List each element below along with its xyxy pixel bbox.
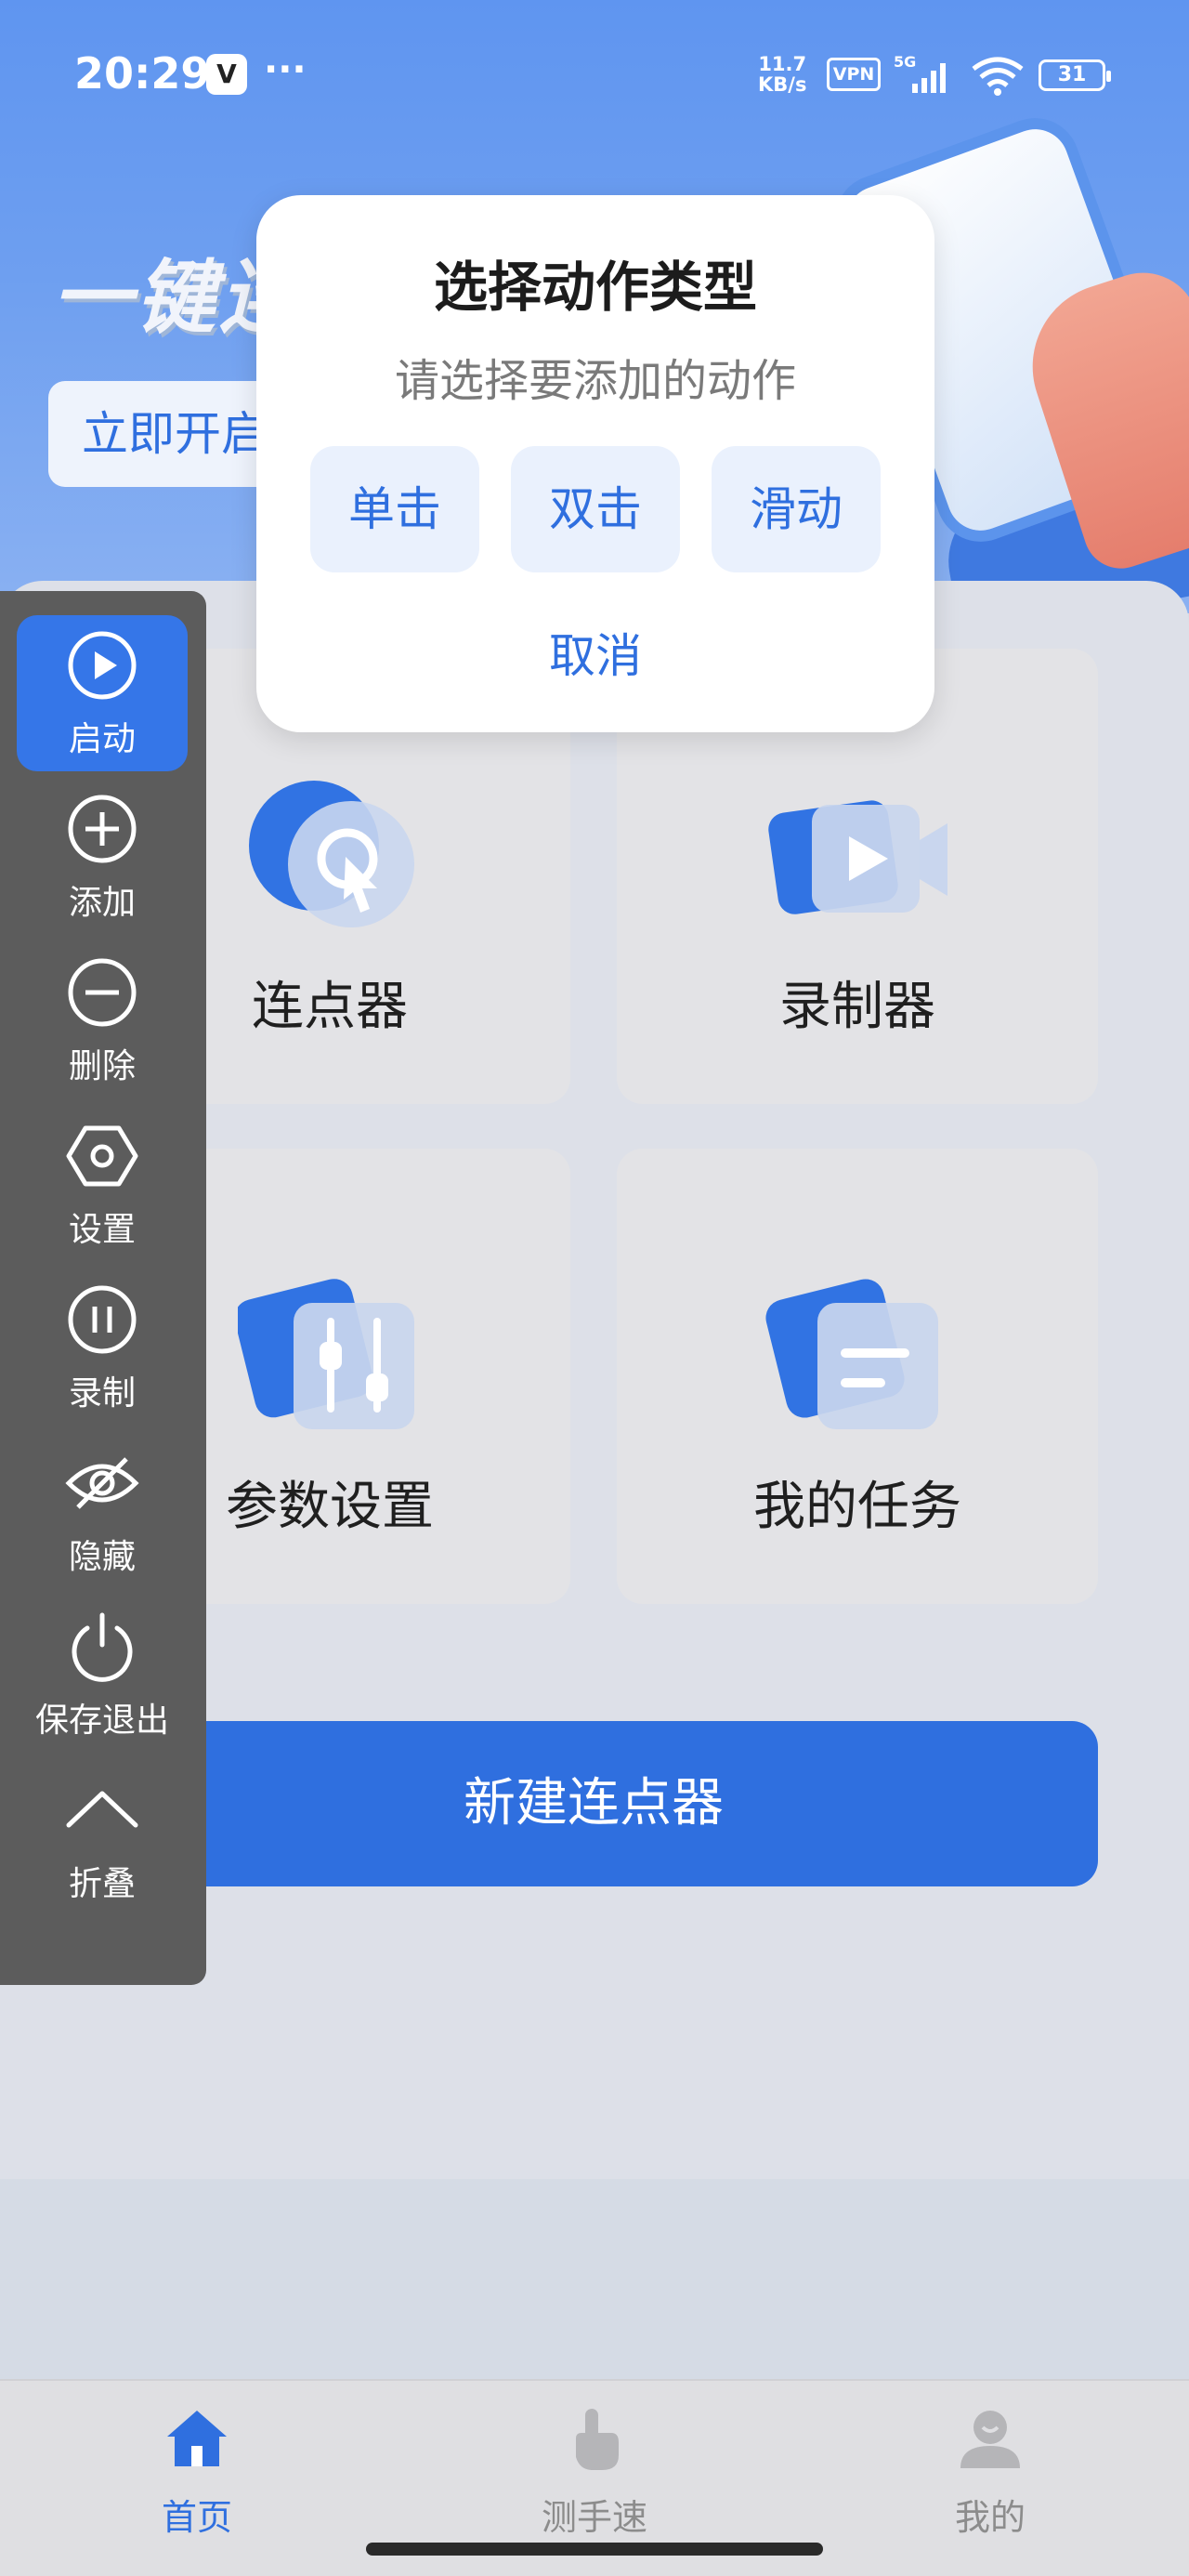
tile-my-tasks[interactable]: 我的任务 [617,1149,1098,1604]
toolbar-hide-button[interactable]: 隐藏 [17,1433,188,1589]
toolbar-settings-button[interactable]: 设置 [17,1106,188,1262]
toolbar-add-button[interactable]: 添加 [17,779,188,935]
vpn-badge: VPN [827,58,881,91]
tile-label: 我的任务 [753,1477,961,1537]
toolbar-delete-button[interactable]: 删除 [17,942,188,1098]
option-swipe-button[interactable]: 滑动 [712,446,881,572]
network-speed-value: 11.7 [758,53,807,75]
nav-hand-speed-test[interactable]: 测手速 [502,2405,687,2544]
tap-hand-icon [576,2409,619,2470]
plus-circle-icon [68,795,137,863]
network-speed-unit: KB/s [758,73,807,96]
network-speed: 11.7 KB/s [758,54,806,95]
toolbar-save-exit-button[interactable]: 保存退出 [17,1597,188,1753]
dialog-subtitle: 请选择要添加的动作 [394,355,796,407]
user-icon [960,2411,1020,2468]
play-icon [68,631,137,700]
toolbar-label: 启动 [68,720,136,758]
minus-circle-icon [68,958,137,1027]
toolbar-label: 删除 [68,1047,136,1085]
tile-label: 录制器 [779,977,935,1037]
nav-label: 我的 [954,2497,1026,2538]
network-type-label: 5G [894,53,916,71]
home-icon [167,2411,227,2466]
toolbar-collapse-button[interactable]: 折叠 [17,1760,188,1916]
cellular-signal-icon: 5G [894,53,946,93]
status-bar: 20:29 V ··· 11.7 KB/s VPN 5G 31 [0,0,1189,123]
battery-indicator: 31 [1039,59,1111,91]
wifi-icon [972,57,1024,96]
nav-mine[interactable]: 我的 [897,2405,1083,2544]
status-time: 20:29 [74,48,211,99]
toolbar-label: 录制 [68,1374,136,1413]
home-indicator-bar[interactable] [366,2543,823,2556]
nav-label: 首页 [161,2497,232,2538]
new-clicker-button[interactable]: 新建连点器 [89,1721,1098,1886]
dialog-title: 选择动作类型 [433,256,757,319]
eye-off-icon [65,1457,139,1509]
toolbar-label: 添加 [68,884,136,922]
toolbar-start-button[interactable]: 启动 [17,615,188,771]
cursor-click-icon [249,781,414,927]
nav-label: 测手速 [541,2497,647,2538]
task-list-icon [765,1279,938,1429]
power-icon [72,1612,133,1682]
video-camera-icon [768,800,947,914]
toolbar-label: 设置 [68,1211,136,1249]
toolbar-label: 折叠 [68,1865,136,1903]
sliders-icon [238,1279,414,1429]
toolbar-label: 保存退出 [34,1702,169,1740]
notification-app-icon: V [206,54,247,95]
dialog-cancel-button[interactable]: 取消 [256,619,934,686]
option-single-click-button[interactable]: 单击 [310,446,479,572]
action-type-dialog: 选择动作类型 请选择要添加的动作 单击 双击 滑动 取消 [256,195,934,732]
floating-toolbar: 启动 添加 删除 设置 录制 隐藏 保存退出 折叠 [0,591,206,1985]
toolbar-record-button[interactable]: 录制 [17,1269,188,1426]
more-notifications-icon: ··· [264,48,307,91]
nav-home[interactable]: 首页 [104,2405,290,2544]
hexagon-gear-icon [66,1125,138,1187]
option-double-click-button[interactable]: 双击 [511,446,680,572]
pause-circle-icon [68,1285,137,1354]
chevron-up-icon [66,1791,138,1828]
toolbar-label: 隐藏 [68,1538,136,1576]
app-screen: 一键连 立即开启 20:29 V ··· 11.7 KB/s VPN 5G 31 [0,0,1189,2576]
